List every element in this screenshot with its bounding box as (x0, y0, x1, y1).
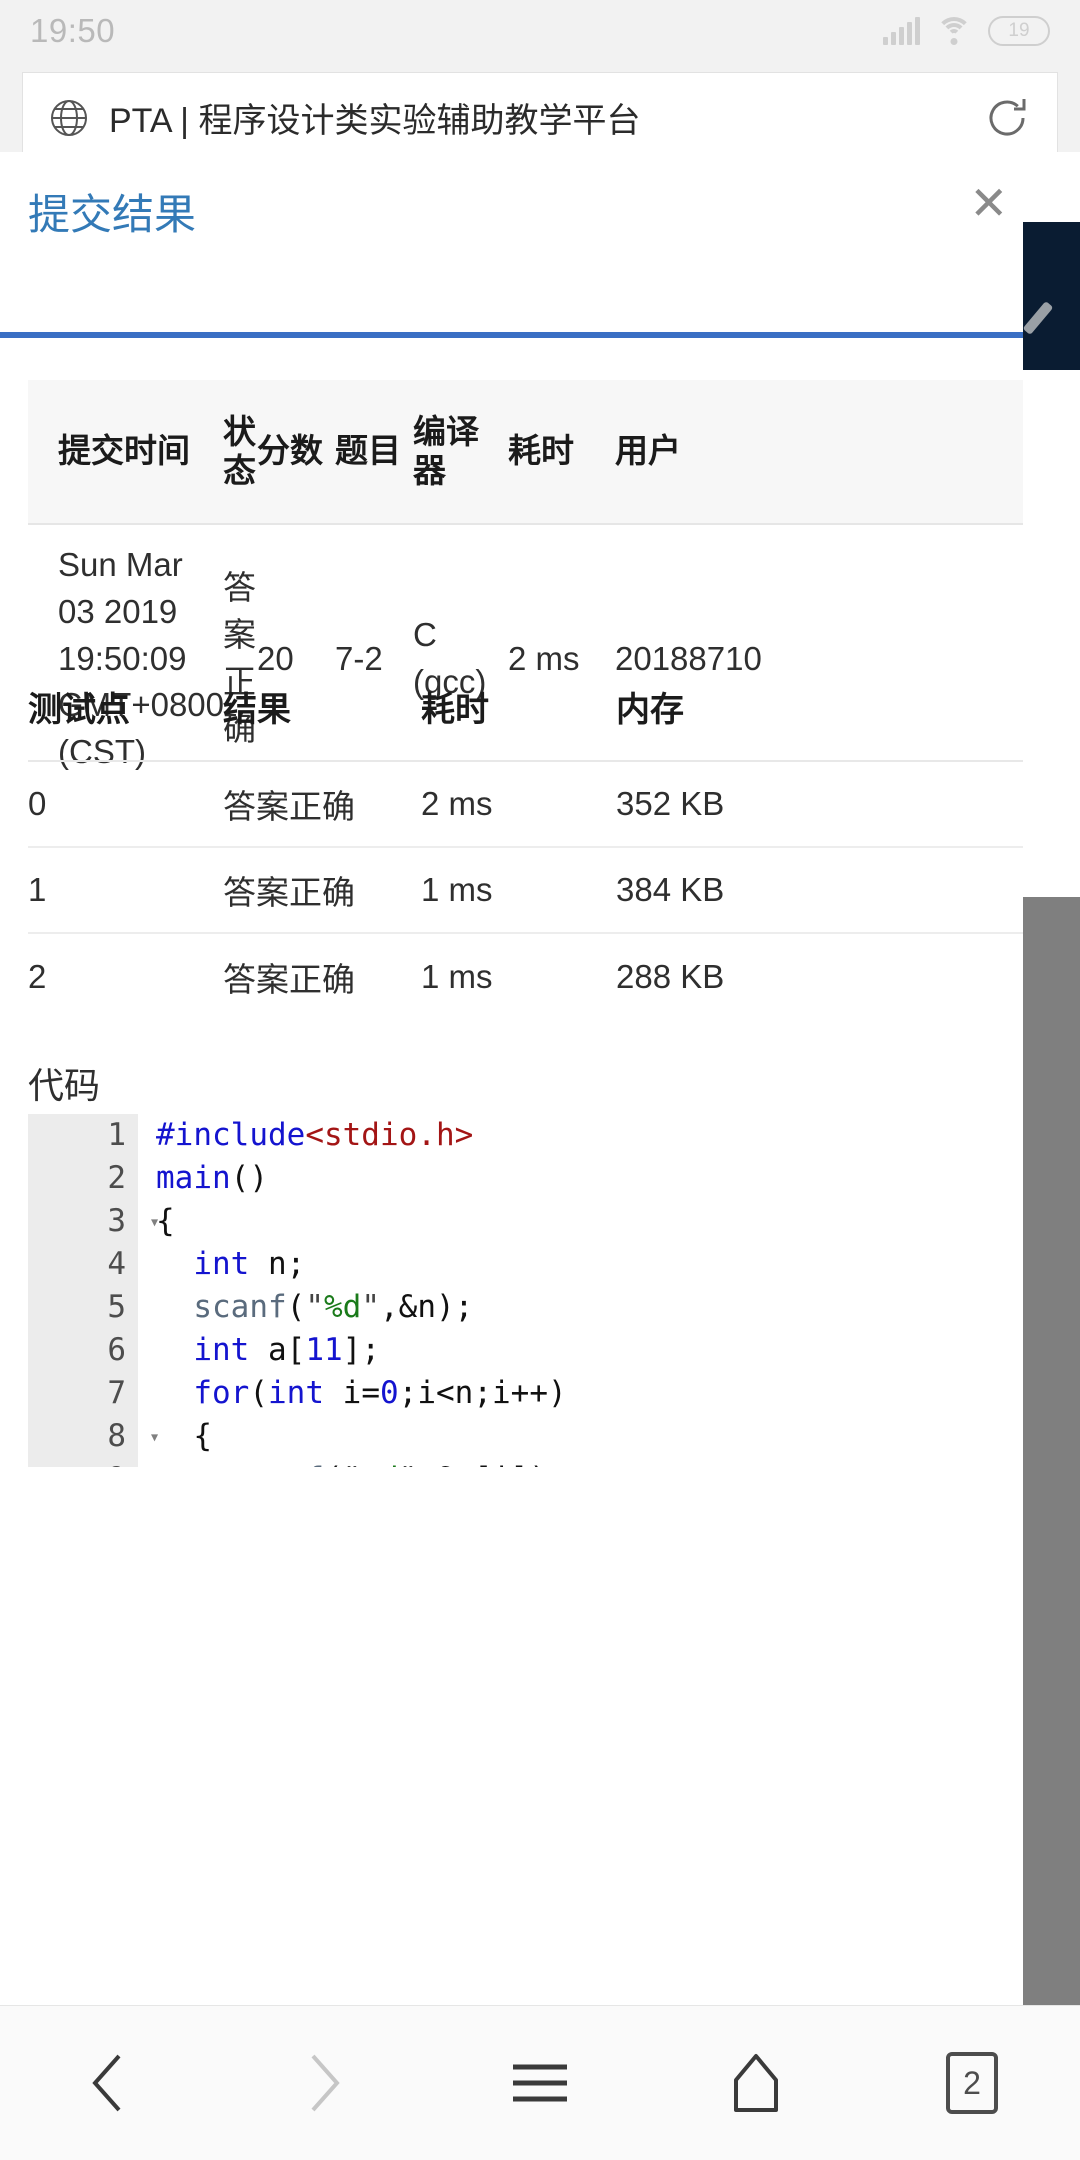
code-text: int n; (193, 1246, 306, 1282)
line-number: 9 (28, 1458, 138, 1467)
status-clock: 19:50 (30, 12, 116, 49)
cell-result: 答案正确 (223, 874, 355, 911)
line-number: 7 (107, 1375, 126, 1411)
submission-table-header: 提交时间 状态 分数 题目 编译器 耗时 用户 (28, 380, 1023, 525)
close-icon[interactable]: ✕ (969, 180, 1008, 226)
screen: 19:50 19 PTA | 程序设计类实验辅助教学平台 提交结果 ✕ 提交时间… (0, 0, 1080, 2160)
tab-counter-button[interactable]: 2 (912, 2038, 1032, 2128)
status-icons: 19 (883, 16, 1050, 46)
cell-time: 1 ms (421, 871, 493, 908)
cell-result: 答案正确 (223, 788, 355, 825)
line-number: 4 (107, 1246, 126, 1282)
signal-bars-icon (883, 17, 920, 45)
code-text: for(int i=0;i<n;i++) (193, 1375, 567, 1411)
code-text: scanf("%d",&a[i]); (138, 1458, 567, 1467)
code-viewer[interactable]: 1 #include<stdio.h> 2 main() 3 ▾{4 int n; 5 sc… (28, 1114, 1023, 1467)
forward-chevron-icon[interactable] (264, 2038, 384, 2128)
th-compiler: 编译器 (413, 412, 479, 489)
back-chevron-icon[interactable] (48, 2038, 168, 2128)
th-score: 分数 (257, 432, 323, 470)
status-bar: 19:50 19 (0, 0, 1080, 62)
line-number: 8 ▾ (28, 1415, 160, 1458)
cell-time: 1 ms (421, 958, 493, 995)
wifi-icon (936, 17, 972, 45)
code-line: 4 int n; (28, 1243, 1023, 1286)
modal-header: 提交结果 ✕ (0, 152, 1080, 270)
cell-testpoint: 0 (28, 785, 47, 822)
code-line: 5 scanf("%d",&n); (28, 1286, 1023, 1329)
code-line: 8 ▾ { (28, 1415, 1023, 1458)
page-title: PTA | 程序设计类实验辅助教学平台 (109, 102, 641, 140)
accent-divider (0, 332, 1023, 338)
page-content: 提交结果 ✕ 提交时间 状态 分数 题目 编译器 耗时 用户 Sun Mar 0… (0, 152, 1080, 2005)
page-scrollbar[interactable] (1023, 897, 1080, 2005)
code-text: main() (156, 1160, 268, 1196)
th-testpoint: 测试点 (28, 690, 130, 729)
code-text: #include<stdio.h> (156, 1117, 474, 1153)
cell-testpoint: 2 (28, 958, 47, 995)
fold-triangle-icon[interactable]: ▾ (149, 1200, 160, 1243)
cell-memory: 384 KB (616, 871, 725, 908)
cell-time: 2 ms (421, 785, 493, 822)
code-line: 1 #include<stdio.h> (28, 1114, 1023, 1157)
th-time: 耗时 (421, 690, 489, 729)
code-line: 6 int a[11]; (28, 1329, 1023, 1372)
code-line: 2 main() (28, 1157, 1023, 1200)
fold-triangle-icon[interactable]: ▾ (149, 1415, 160, 1458)
line-number: 1 (107, 1117, 126, 1153)
cell-testpoint: 1 (28, 871, 47, 908)
cell-memory: 352 KB (616, 785, 725, 822)
line-number: 2 (107, 1160, 126, 1196)
line-number: 5 (107, 1289, 126, 1325)
testpoint-table-header: 测试点 结果 耗时 内存 (28, 652, 1023, 762)
th-status: 状态 (223, 412, 256, 489)
line-number: 6 (107, 1332, 126, 1368)
table-row: 1 答案正确 1 ms 384 KB (28, 848, 1023, 934)
battery-icon: 19 (988, 16, 1050, 46)
code-text: int a[11]; (193, 1332, 380, 1368)
table-row: 0 答案正确 2 ms 352 KB (28, 762, 1023, 848)
th-submit-time: 提交时间 (58, 432, 190, 470)
browser-toolbar: PTA | 程序设计类实验辅助教学平台 (0, 62, 1080, 162)
th-user: 用户 (615, 432, 681, 470)
code-line: 7 for(int i=0;i<n;i++) (28, 1372, 1023, 1415)
table-row: 2 答案正确 1 ms 288 KB (28, 934, 1023, 1020)
menu-icon[interactable] (480, 2038, 600, 2128)
battery-level: 19 (1008, 20, 1030, 41)
testpoint-table: 测试点 结果 耗时 内存 0 答案正确 2 ms 352 KB 1 答案正确 1… (28, 652, 1023, 1020)
code-section-label: 代码 (28, 1065, 101, 1106)
line-number: 3 ▾ (28, 1200, 160, 1243)
code-line: 9 scanf("%d",&a[i]); (28, 1458, 1023, 1467)
bottom-navigation-bar: 2 (0, 2005, 1080, 2160)
address-bar[interactable]: PTA | 程序设计类实验辅助教学平台 (22, 72, 1058, 162)
code-lines: 1 #include<stdio.h> 2 main() 3 ▾{4 int n; 5 sc… (28, 1114, 1023, 1467)
globe-icon (49, 98, 89, 138)
code-line: 3 ▾{ (28, 1200, 1023, 1243)
modal-title: 提交结果 (28, 190, 197, 238)
th-elapsed: 耗时 (508, 432, 574, 470)
code-text: scanf("%d",&n); (193, 1289, 474, 1325)
th-result: 结果 (223, 690, 291, 729)
cell-memory: 288 KB (616, 958, 725, 995)
th-problem: 题目 (335, 432, 401, 470)
cell-result: 答案正确 (223, 961, 355, 998)
th-memory: 内存 (616, 690, 684, 729)
pencil-icon (1022, 300, 1054, 336)
home-icon[interactable] (696, 2038, 816, 2128)
reload-icon[interactable] (983, 94, 1031, 142)
tab-count: 2 (946, 2052, 998, 2114)
